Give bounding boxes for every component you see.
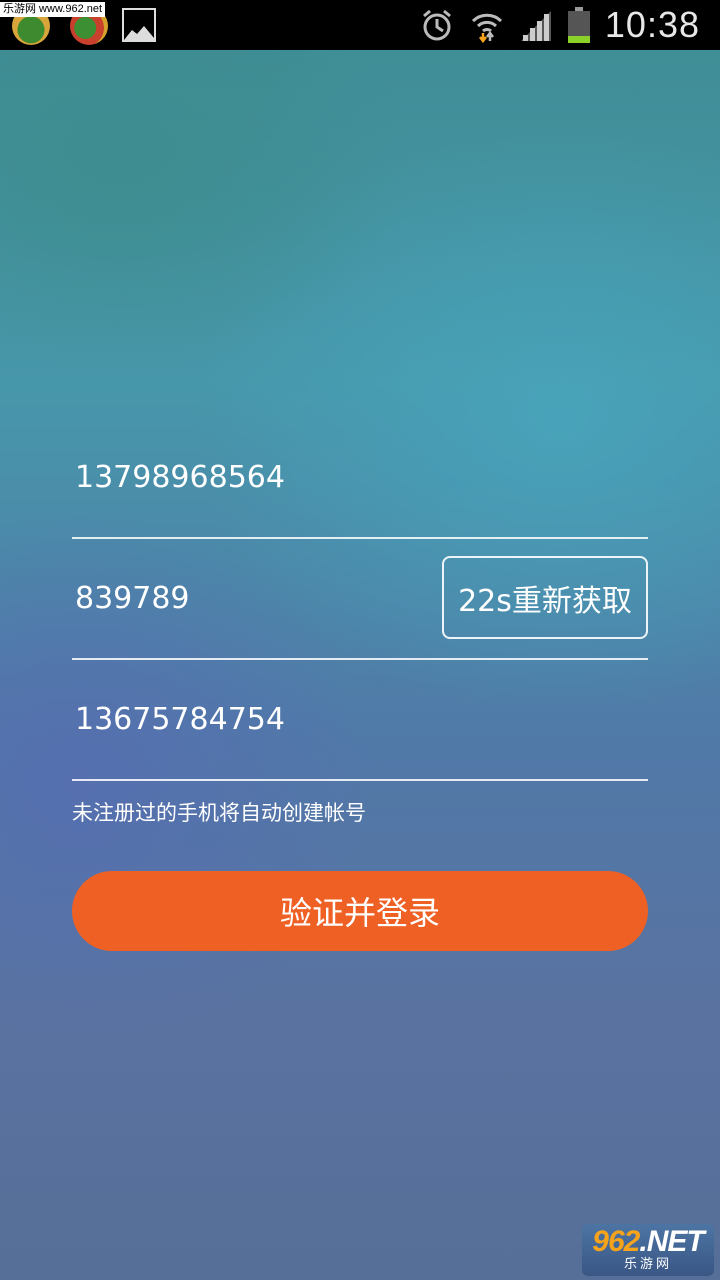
site-watermark: 962.NET 乐游网 <box>582 1224 714 1276</box>
verify-login-button[interactable]: 验证并登录 <box>72 871 648 951</box>
gallery-icon <box>122 8 156 42</box>
watermark-suffix: .NET <box>639 1225 704 1258</box>
battery-icon <box>567 7 590 43</box>
system-tray: 10:38 <box>419 0 720 50</box>
alarm-icon <box>422 9 451 41</box>
resend-code-button[interactable]: 22s重新获取 <box>442 556 648 639</box>
notification-area: 乐游网 www.962.net <box>0 0 156 50</box>
status-bar: 乐游网 www.962.net 10:38 <box>0 0 720 50</box>
invite-field-row <box>72 660 648 781</box>
wifi-icon <box>471 13 502 43</box>
mountain-glyph <box>124 26 154 40</box>
invite-phone-input[interactable] <box>72 661 648 779</box>
watermark-brand: 962.NET <box>592 1225 704 1258</box>
code-field-row: 22s重新获取 <box>72 539 648 660</box>
watermark-number: 962 <box>592 1225 640 1258</box>
phone-field-row <box>72 418 648 539</box>
clock: 10:38 <box>604 4 700 45</box>
verification-code-input[interactable] <box>72 540 432 658</box>
phone-input[interactable] <box>72 419 648 537</box>
auto-register-hint: 未注册过的手机将自动创建帐号 <box>72 801 366 825</box>
login-form: 22s重新获取 未注册过的手机将自动创建帐号 验证并登录 <box>72 418 648 951</box>
signal-icon <box>520 11 551 41</box>
watermark-label: 乐游网 www.962.net <box>0 2 106 17</box>
watermark-subtitle: 乐游网 <box>623 1257 672 1272</box>
